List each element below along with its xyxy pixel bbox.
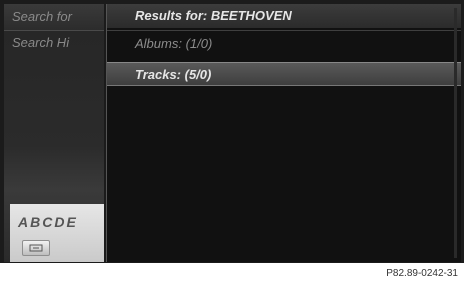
- result-row-albums[interactable]: Albums: (1/0): [107, 32, 461, 56]
- scrollbar[interactable]: [454, 8, 457, 258]
- back-key[interactable]: [22, 240, 50, 256]
- character-bar[interactable]: ABCDE: [10, 204, 104, 262]
- result-row-label: Tracks: (5/0): [135, 67, 212, 82]
- menu-item-search-for[interactable]: Search for: [4, 4, 104, 30]
- search-menu-panel: Search for Search Hi ABCDE: [4, 4, 104, 262]
- character-bar-letters: ABCDE: [18, 214, 78, 230]
- divider: [107, 30, 461, 31]
- menu-item-label: Search Hi: [12, 35, 70, 50]
- result-row-label: Albums: (1/0): [135, 36, 213, 51]
- back-arrow-icon: [29, 244, 43, 252]
- menu-item-search-history[interactable]: Search Hi: [4, 30, 104, 56]
- menu-item-label: Search for: [12, 9, 72, 24]
- results-header-label: Results for: BEETHOVEN: [135, 8, 292, 23]
- display-screen: Search for Search Hi ABCDE Results for: …: [0, 0, 464, 263]
- results-header: Results for: BEETHOVEN: [107, 4, 461, 28]
- results-panel: Results for: BEETHOVEN Albums: (1/0) Tra…: [106, 4, 461, 262]
- figure-code: P82.89-0242-31: [386, 268, 458, 279]
- figure-footer: P82.89-0242-31: [0, 263, 464, 287]
- result-row-tracks[interactable]: Tracks: (5/0): [107, 62, 461, 86]
